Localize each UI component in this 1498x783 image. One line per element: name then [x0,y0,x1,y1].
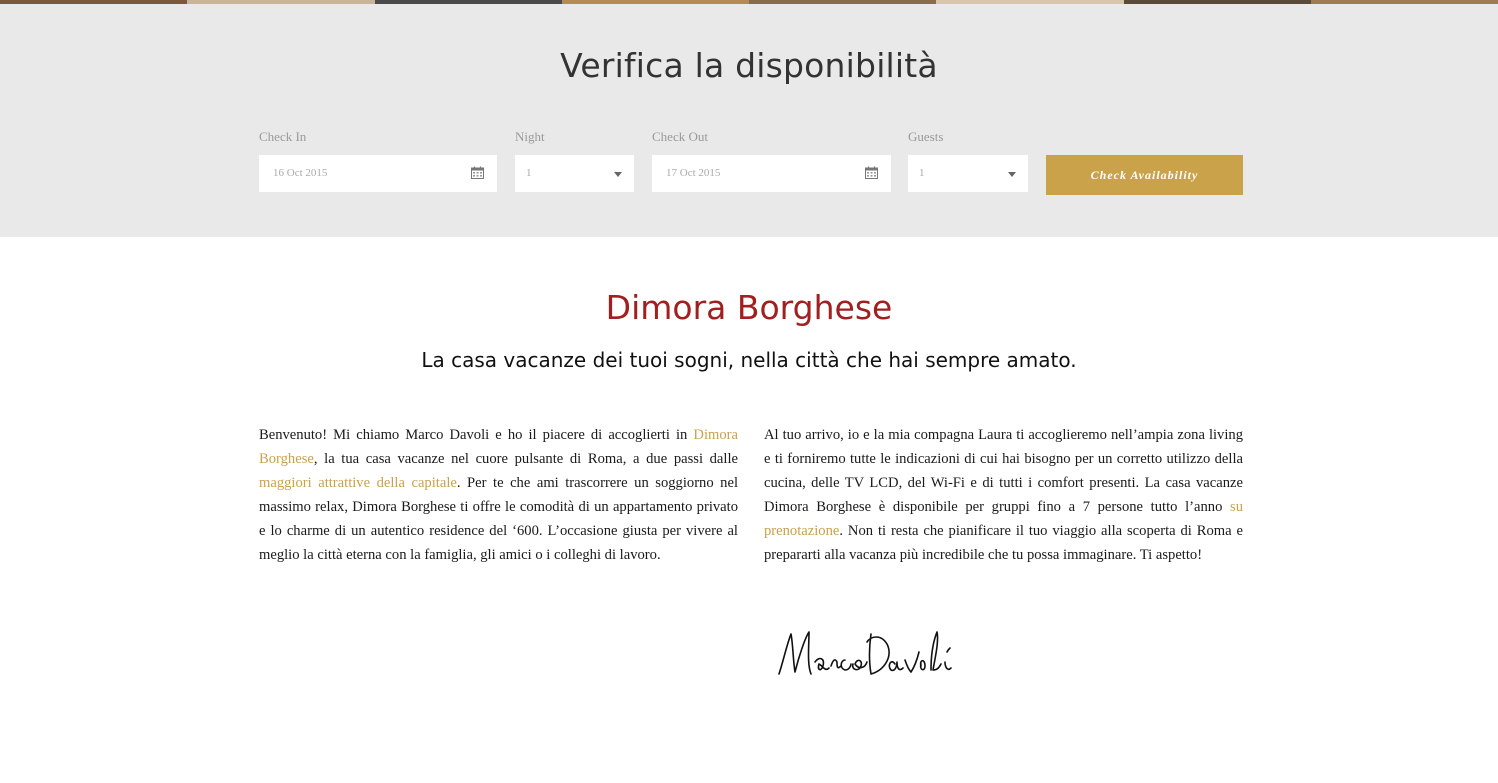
signature-image [778,631,952,675]
property-tagline: La casa vacanze dei tuoi sogni, nella ci… [421,348,1077,372]
intro-left-text-2: , la tua casa vacanze nel cuore pulsante… [313,451,738,467]
nights-label: Night [515,129,545,144]
nights-value: 1 [526,167,532,179]
intro-text-right: Al tuo arrivo, io e la mia compagna Laur… [764,423,1243,567]
attractions-link[interactable]: maggiori attrattive della capitale [259,475,457,491]
check-out-field[interactable]: 17 Oct 2015 [652,155,891,192]
check-in-label: Check In [259,129,307,144]
guests-select[interactable]: 1 [908,155,1028,192]
intro-left-text-1: Benvenuto! Mi chiamo Marco Davoli e ho i… [259,427,694,443]
check-in-field[interactable]: 16 Oct 2015 [259,155,497,192]
guests-label: Guests [908,129,944,144]
intro-right-text-1: Al tuo arrivo, io e la mia compagna Laur… [764,427,1243,515]
check-out-label: Check Out [652,129,708,144]
nights-select[interactable]: 1 [515,155,634,192]
calendar-icon[interactable] [471,166,484,179]
availability-panel: Verifica la disponibilità Check In 16 Oc… [0,4,1498,237]
calendar-icon[interactable] [865,166,878,179]
chevron-down-icon [614,172,622,177]
check-in-value: 16 Oct 2015 [273,167,328,179]
chevron-down-icon [1008,172,1016,177]
availability-heading: Verifica la disponibilità [560,46,938,85]
guests-value: 1 [919,167,925,179]
check-availability-button[interactable]: Check Availability [1046,155,1243,195]
check-out-value: 17 Oct 2015 [666,167,721,179]
intro-text-left: Benvenuto! Mi chiamo Marco Davoli e ho i… [259,423,738,567]
property-title: Dimora Borghese [605,288,893,327]
